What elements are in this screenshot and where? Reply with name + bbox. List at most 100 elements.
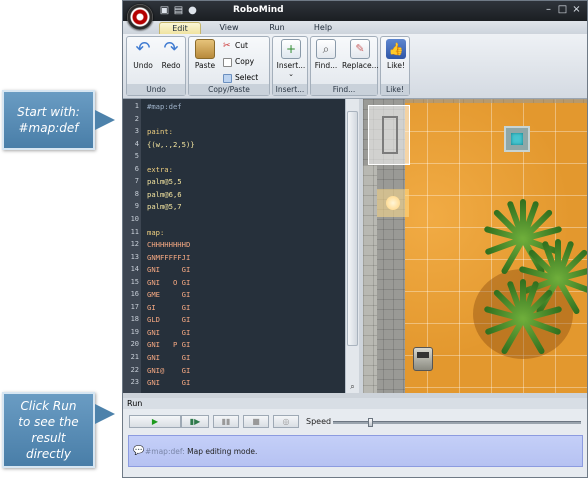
code-line[interactable]: GNI GI [147, 378, 190, 387]
speed-slider-thumb[interactable] [367, 418, 373, 427]
speed-slider[interactable] [333, 418, 581, 427]
code-line[interactable]: {(w,.,2,5)} [147, 140, 195, 149]
replace-icon: ✎ [350, 39, 370, 59]
line-number: 20 [130, 340, 139, 349]
chat-bubble-icon: 💬 [133, 446, 145, 456]
code-line[interactable]: palm@6,6 [147, 190, 182, 199]
line-number: 7 [134, 177, 139, 186]
line-number: 5 [134, 152, 139, 161]
code-line[interactable]: GLD GI [147, 315, 190, 324]
undo-button[interactable]: ↶ Undo [130, 39, 156, 71]
insert-icon: + [281, 39, 301, 59]
like-group-label: Like! [381, 84, 409, 95]
code-line[interactable]: paint: [147, 127, 173, 136]
step-button[interactable]: ▮▶ [181, 415, 209, 428]
robot-icon [413, 347, 433, 371]
pause-button[interactable]: ▮▮ [213, 415, 239, 428]
pause-icon: ▮▮ [221, 417, 231, 426]
line-number: 17 [130, 302, 139, 311]
redo-label: Redo [161, 61, 181, 70]
line-number: 16 [130, 290, 139, 299]
code-line[interactable]: GNMFFFFFJI [147, 253, 190, 262]
minimize-button[interactable]: – [542, 3, 555, 17]
redo-button[interactable]: ↷ Redo [158, 39, 184, 71]
replace-button[interactable]: ✎ Replace... [342, 39, 379, 70]
code-line[interactable]: palm@5,5 [147, 177, 182, 186]
title-bar: ▣ ▤ ● RoboMind – □ × [123, 1, 587, 21]
line-number: 21 [130, 353, 139, 361]
undo-group-label: Undo [127, 84, 185, 95]
code-line[interactable]: GNI GI [147, 328, 190, 337]
ribbon: ↶ Undo ↷ Redo Undo Paste ✂ Cut Copy Selec… [123, 34, 587, 99]
like-button[interactable]: 👍 Like! [383, 39, 409, 70]
ribbon-tabs: Edit View Run Help [123, 21, 587, 34]
status-message-box: 💬 #map:def: Map editing mode. [128, 435, 583, 467]
copy-label: Copy [235, 57, 255, 66]
code-line[interactable]: GME GI [147, 290, 190, 299]
map-view[interactable] [363, 99, 587, 393]
run-panel: ▶ ▮▶ ▮▮ ■ ◎ Speed 💬 #map:def: Map editin… [123, 409, 587, 477]
code-line[interactable]: #map:def [147, 102, 182, 111]
code-line[interactable]: GNI@ GI [147, 366, 190, 375]
callout-start-line2: #map:def [18, 121, 79, 135]
zoom-icon[interactable]: ⌕ [347, 381, 358, 392]
replace-label: Replace... [342, 61, 379, 70]
clipboard-group: Paste ✂ Cut Copy Select All Copy/Paste [188, 36, 270, 96]
find-button[interactable]: ⌕ Find... [312, 39, 340, 70]
callout-start-line1: Start with: [17, 105, 80, 119]
editor-scrollbar[interactable]: ⌕ [345, 99, 359, 393]
editor-scrollbar-thumb[interactable] [347, 111, 358, 346]
thumbs-up-icon: 👍 [386, 39, 406, 59]
water-pool [504, 126, 530, 152]
callout-start-arrow [95, 110, 115, 130]
maximize-button[interactable]: □ [556, 3, 569, 17]
run-button[interactable]: ▶ [129, 415, 181, 428]
run-panel-header: Run [123, 398, 587, 409]
open-icon[interactable]: ▤ [173, 5, 184, 16]
insert-button[interactable]: + Insert... ⌄ [275, 39, 307, 78]
code-editor[interactable]: 1 2 3 4 5 6 7 8 9 10 11 12 13 14 15 16 17 18 19 20 21 22 23 #m… [123, 99, 359, 393]
tab-edit[interactable]: Edit [159, 22, 201, 34]
tab-view[interactable]: View [211, 22, 247, 34]
step-icon: ▮▶ [189, 417, 201, 426]
status-prefix: #map:def: [145, 447, 185, 456]
select-all-button[interactable]: Select All [223, 71, 269, 95]
close-button[interactable]: × [570, 3, 583, 17]
tab-help[interactable]: Help [305, 22, 341, 34]
tab-run[interactable]: Run [259, 22, 295, 34]
line-number: 8 [134, 189, 139, 198]
reset-button[interactable]: ◎ [273, 415, 299, 428]
line-number: 19 [130, 327, 139, 336]
line-number: 2 [134, 114, 139, 123]
robomind-window: ▣ ▤ ● RoboMind – □ × Edit View Run Help … [122, 0, 588, 478]
cut-button[interactable]: ✂ Cut [223, 39, 248, 52]
paste-button[interactable]: Paste [191, 39, 219, 70]
code-line[interactable]: GNI GI [147, 353, 190, 362]
callout-run-line2: to see the [18, 415, 79, 429]
save-icon[interactable]: ▣ [159, 5, 170, 16]
web-icon[interactable]: ● [187, 5, 198, 16]
beacon-light [377, 189, 409, 217]
code-line[interactable]: GI GI [147, 303, 190, 312]
line-number: 13 [130, 252, 139, 261]
code-line[interactable]: map: [147, 228, 164, 237]
code-line[interactable]: palm@5,7 [147, 202, 182, 211]
code-line[interactable]: GNI O GI [147, 278, 190, 287]
cursor-glyph-icon [382, 116, 398, 154]
code-line[interactable]: GNI P GI [147, 340, 190, 349]
chevron-down-icon: ⌄ [288, 70, 294, 78]
code-line[interactable]: CHHHHHHHHD [147, 240, 190, 249]
stop-button[interactable]: ■ [243, 415, 269, 428]
line-number: 14 [130, 265, 139, 274]
undo-label: Undo [133, 61, 153, 70]
select-all-icon [223, 73, 232, 83]
paste-icon [195, 39, 215, 59]
copy-button[interactable]: Copy [223, 55, 254, 68]
speed-label: Speed [306, 417, 332, 426]
code-line[interactable]: extra: [147, 165, 173, 174]
app-menu-logo[interactable] [127, 4, 153, 30]
code-line[interactable]: GNI GI [147, 265, 190, 274]
status-text: #map:def: Map editing mode. [145, 447, 257, 456]
line-number: 11 [130, 227, 139, 236]
stop-icon: ■ [252, 417, 260, 426]
